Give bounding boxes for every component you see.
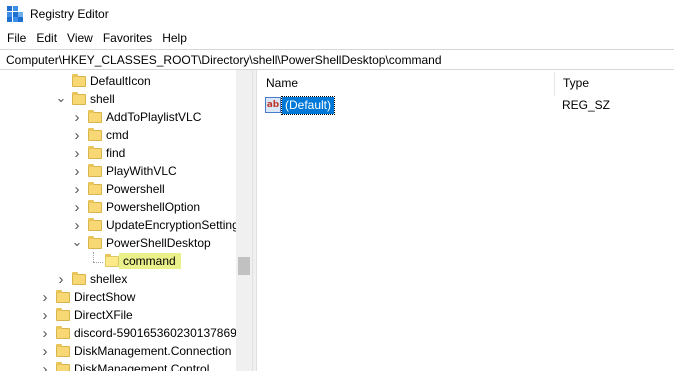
chevron-right-icon[interactable]: ›: [40, 288, 50, 306]
tree-item-powershelloption[interactable]: › PowershellOption: [0, 198, 236, 216]
tree-scrollbar-thumb[interactable]: [238, 257, 250, 275]
chevron-right-icon[interactable]: ›: [72, 162, 82, 180]
folder-icon: [105, 254, 119, 267]
values-pane: Name Type ab (Default) REG_SZ: [257, 70, 674, 371]
tree-item-discord-590165360230137869[interactable]: › discord-590165360230137869: [0, 324, 237, 342]
tree-item-command[interactable]: command: [0, 252, 236, 270]
tree-item-label: DirectShow: [74, 290, 136, 304]
tree-scrollbar[interactable]: [236, 70, 252, 371]
column-name-label: Name: [266, 76, 299, 90]
chevron-right-icon[interactable]: ›: [40, 324, 50, 342]
chevron-right-icon[interactable]: ›: [40, 360, 50, 371]
folder-icon: [56, 344, 70, 357]
folder-icon: [72, 74, 86, 87]
folder-icon: [56, 362, 70, 371]
tree-item-label: PlayWithVLC: [106, 164, 177, 178]
tree-item-directshow[interactable]: › DirectShow: [0, 288, 236, 306]
tree-item-label: Powershell: [106, 182, 165, 196]
tree-item-directxfile[interactable]: › DirectXFile: [0, 306, 236, 324]
tree-item-cmd[interactable]: › cmd: [0, 126, 236, 144]
tree-item-label: DiskManagement.Control: [74, 362, 210, 371]
menu-bar: File Edit View Favorites Help: [0, 28, 674, 49]
chevron-right-icon[interactable]: ›: [72, 198, 82, 216]
folder-icon: [88, 200, 102, 213]
folder-icon: [88, 146, 102, 159]
tree-item-label: DiskManagement.Connection: [74, 344, 232, 358]
tree-connector: [93, 252, 94, 262]
value-type: REG_SZ: [562, 98, 611, 112]
chevron-down-icon[interactable]: ⌄: [72, 234, 83, 252]
chevron-right-icon[interactable]: ›: [72, 126, 82, 144]
ab-string-icon: ab: [265, 97, 281, 113]
tree-item-label: PowerShellDesktop: [106, 236, 211, 250]
column-header-type[interactable]: Type: [554, 70, 674, 96]
folder-icon: [88, 182, 102, 195]
tree-item-label: UpdateEncryptionSettingsWork: [106, 218, 252, 232]
key-tree: DefaultIcon ⌄ shell › AddToPlaylistVLC › cmd › f…: [0, 70, 252, 371]
tree-item-shell[interactable]: ⌄ shell: [0, 90, 236, 108]
chevron-right-icon[interactable]: ›: [72, 108, 82, 126]
menu-file[interactable]: File: [2, 28, 31, 49]
menu-view[interactable]: View: [62, 28, 98, 49]
address-bar[interactable]: Computer\HKEY_CLASSES_ROOT\Directory\she…: [0, 49, 674, 70]
value-row-default[interactable]: ab (Default) REG_SZ: [257, 96, 674, 115]
column-type-label: Type: [563, 76, 590, 90]
chevron-right-icon[interactable]: ›: [40, 306, 50, 324]
tree-item-defaulticon[interactable]: DefaultIcon: [0, 72, 236, 90]
window-title: Registry Editor: [30, 7, 109, 21]
tree-item-label: shell: [90, 92, 115, 106]
value-name: (Default): [280, 96, 336, 115]
folder-icon: [88, 110, 102, 123]
tree-item-label: shellex: [90, 272, 128, 286]
tree-item-find[interactable]: › find: [0, 144, 236, 162]
registry-editor-icon: [7, 6, 23, 22]
tree-connector: [93, 262, 103, 263]
folder-icon: [72, 272, 86, 285]
tree-item-playwithvlc[interactable]: › PlayWithVLC: [0, 162, 236, 180]
chevron-right-icon[interactable]: ›: [72, 144, 82, 162]
folder-icon: [56, 290, 70, 303]
menu-help[interactable]: Help: [157, 28, 192, 49]
tree-item-powershell[interactable]: › Powershell: [0, 180, 236, 198]
chevron-right-icon[interactable]: ›: [40, 342, 50, 360]
chevron-right-icon[interactable]: ›: [72, 216, 82, 234]
chevron-down-icon[interactable]: ⌄: [56, 90, 67, 108]
tree-item-shellex[interactable]: › shellex: [0, 270, 236, 288]
tree-item-label: discord-590165360230137869: [74, 326, 237, 340]
tree-item-label: DefaultIcon: [90, 74, 151, 88]
tree-item-label: cmd: [106, 128, 129, 142]
folder-icon: [88, 164, 102, 177]
menu-edit[interactable]: Edit: [31, 28, 62, 49]
tree-item-addtoplaylistvlc[interactable]: › AddToPlaylistVLC: [0, 108, 236, 126]
chevron-right-icon[interactable]: ›: [72, 180, 82, 198]
folder-icon: [56, 326, 70, 339]
folder-icon: [88, 128, 102, 141]
folder-icon: [88, 236, 102, 249]
folder-icon: [56, 308, 70, 321]
folder-icon: [88, 218, 102, 231]
tree-item-label: DirectXFile: [74, 308, 133, 322]
tree-item-label: PowershellOption: [106, 200, 201, 214]
tree-item-label: find: [106, 146, 126, 160]
title-bar: Registry Editor: [0, 0, 674, 28]
menu-favorites[interactable]: Favorites: [98, 28, 157, 49]
tree-item-label: command: [119, 253, 181, 269]
folder-icon: [72, 92, 86, 105]
column-header-name[interactable]: Name: [257, 70, 554, 96]
tree-item-powershelldesktop[interactable]: ⌄ PowerShellDesktop: [0, 234, 236, 252]
tree-item-updateencryptionsettingswork[interactable]: › UpdateEncryptionSettingsWork: [0, 216, 253, 234]
tree-item-label: AddToPlaylistVLC: [106, 110, 202, 124]
chevron-right-icon[interactable]: ›: [56, 270, 66, 288]
tree-item-diskmanagement-control[interactable]: › DiskManagement.Control: [0, 360, 236, 371]
tree-item-diskmanagement-connection[interactable]: › DiskManagement.Connection: [0, 342, 236, 360]
address-path: Computer\HKEY_CLASSES_ROOT\Directory\she…: [6, 52, 442, 67]
